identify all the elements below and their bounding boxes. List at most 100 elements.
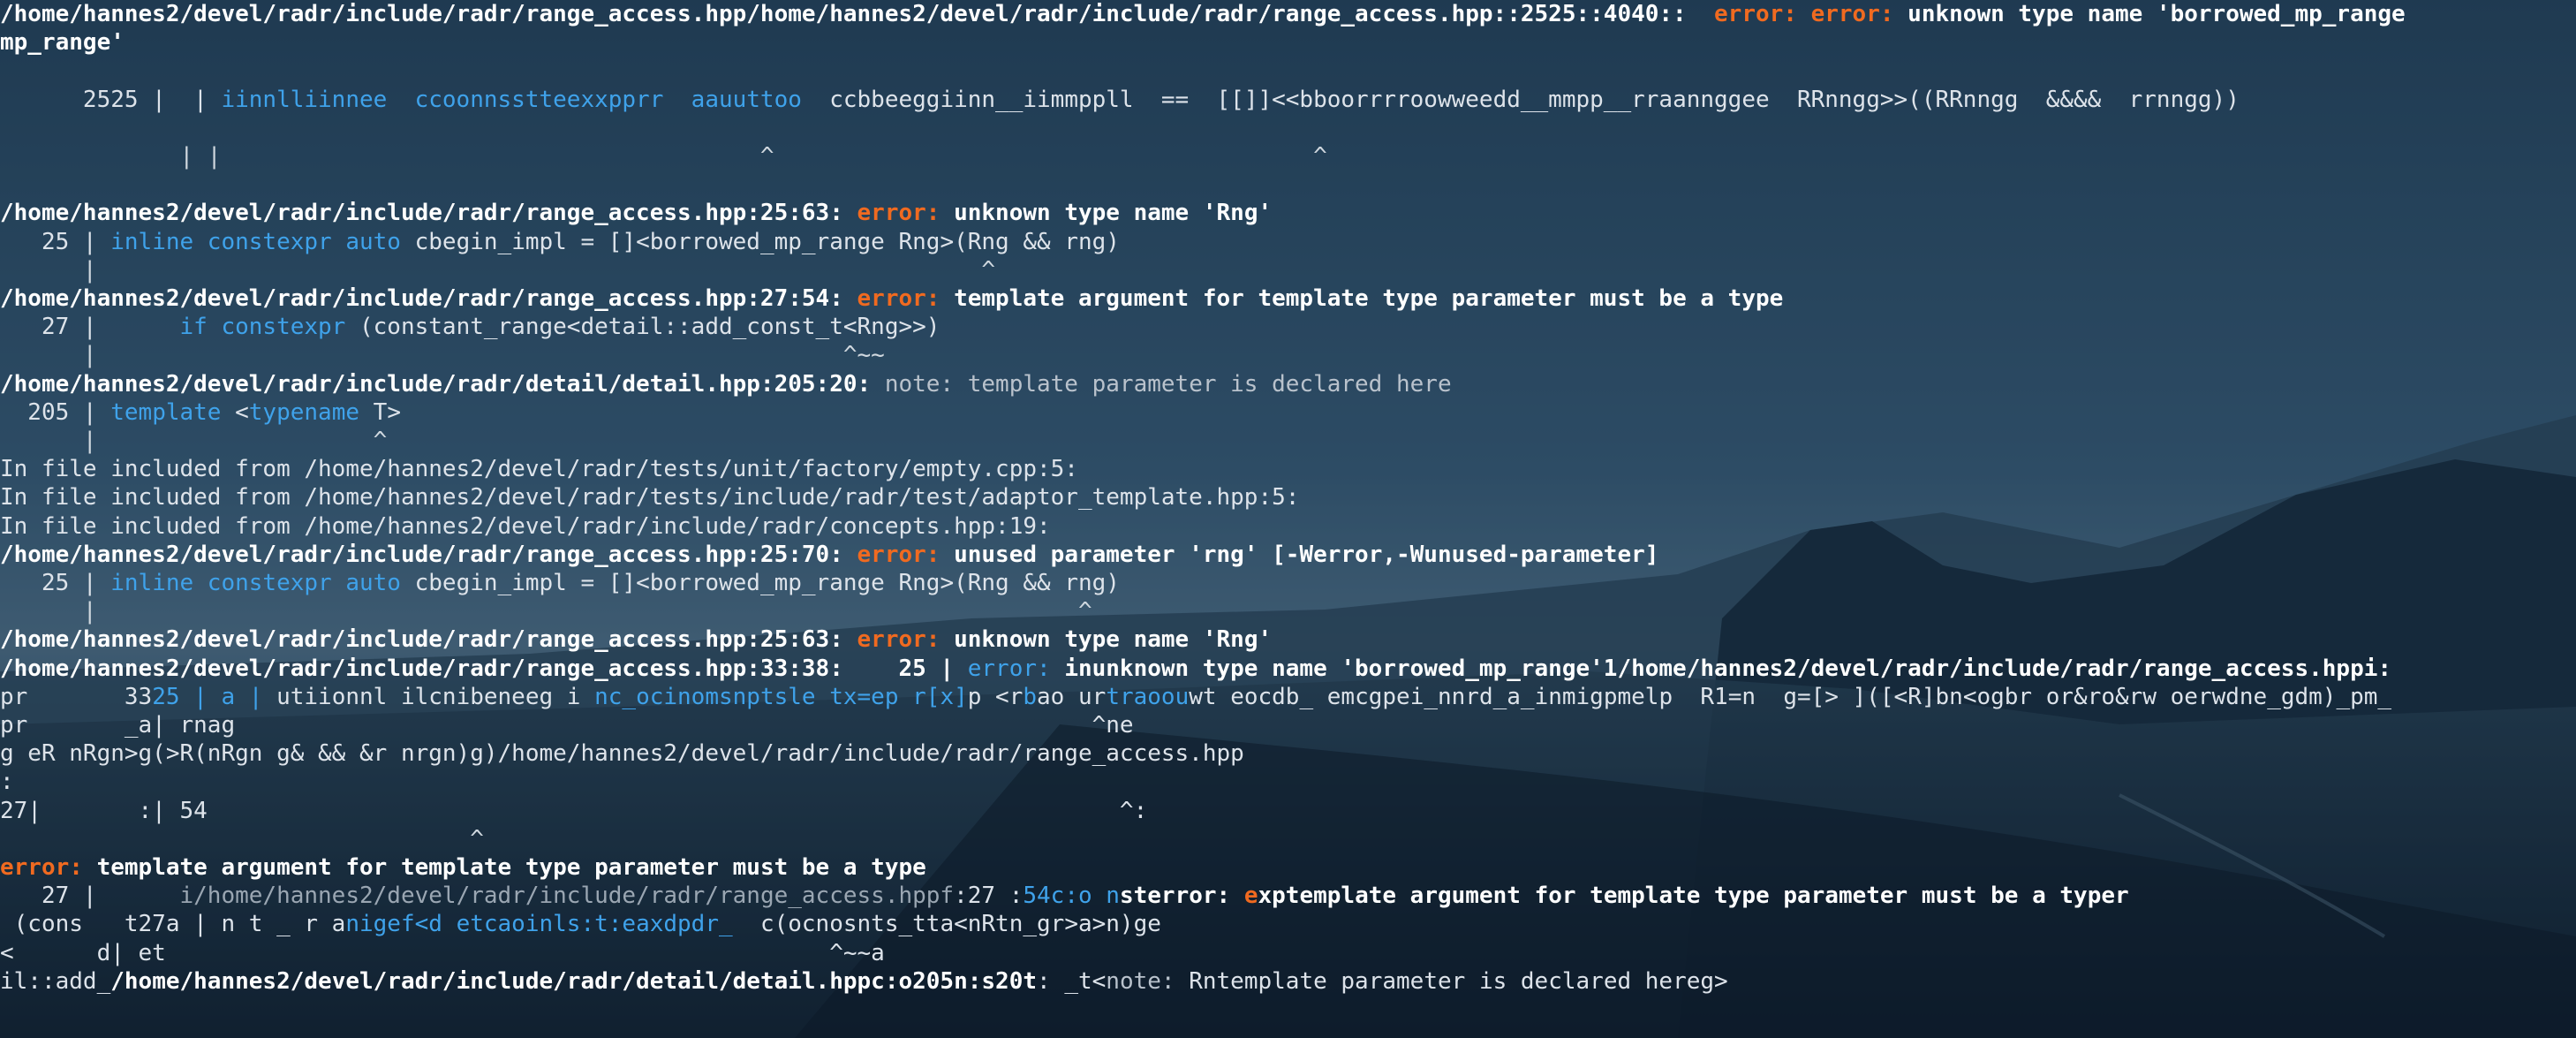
terminal-text-code: cbegin_impl = []<borrowed_mp_range Rng>(… [400, 570, 1120, 596]
terminal-text-code: : [0, 769, 14, 796]
terminal-line: | ^ [0, 597, 2576, 625]
terminal-line: 27| :| 54 ^: [0, 797, 2576, 825]
terminal-text-caret: | ^~~ [0, 342, 885, 369]
terminal-line: | ^ [0, 256, 2576, 284]
terminal-text-kw: error: [967, 655, 1065, 682]
terminal-text-kw: inline constexpr auto [110, 570, 401, 596]
terminal-text-kw: 25 | a | [152, 683, 263, 710]
terminal-text-kw: iinnlliinnee ccoonnsstteexxpprr aauuttoo [221, 86, 802, 113]
terminal-line: pr _a| rnag ^ne [0, 711, 2576, 739]
terminal-line: : [0, 768, 2576, 796]
terminal-text-kw: inline constexpr auto [110, 228, 401, 255]
terminal-text-kw: if constexpr [179, 314, 346, 341]
terminal-line: | ^ [0, 427, 2576, 455]
terminal-text-path: /home/hannes2/devel/radr/include/radr/ra… [0, 1, 1715, 27]
terminal-text-code: :27 : [954, 883, 1024, 910]
terminal-text-msg: unknown type name 'Rng' [954, 200, 1273, 227]
terminal-line: | ^~~ [0, 341, 2576, 369]
terminal-text-code: c(ocnosnts_tta<nRtn_gr>a>n)ge [732, 911, 1161, 938]
terminal-line: g eR nRgn>g(>R(nRgn g& && &r nrgn)g)/hom… [0, 739, 2576, 768]
terminal-line: /home/hannes2/devel/radr/include/radr/ra… [0, 655, 2576, 683]
terminal-text-kw: nc_ocinomsnptsle tx=ep r[x] [594, 683, 968, 710]
terminal-text-dim: i/home/hannes2/devel/radr/include/radr/r… [179, 883, 955, 910]
terminal-text-caret: | ^ [0, 428, 388, 454]
terminal-text-code: 25 | [0, 570, 111, 596]
terminal-text-code: il::add_ [0, 967, 111, 995]
terminal-text-path: /home/hannes2/devel/radr/include/radr/ra… [0, 200, 857, 227]
terminal-line: error: template argument for template ty… [0, 853, 2576, 882]
terminal-text-code: 25 | [0, 228, 111, 255]
terminal-text-code: < d| et ^~~a [0, 939, 885, 966]
terminal-line: /home/hannes2/devel/radr/include/radr/ra… [0, 541, 2576, 569]
terminal-line: < d| et ^~~a [0, 939, 2576, 967]
terminal-line: /home/hannes2/devel/radr/include/radr/ra… [0, 0, 2576, 28]
terminal-text-msg: template argument for template type para… [954, 285, 1784, 312]
terminal-line: 25 | inline constexpr auto cbegin_impl =… [0, 569, 2576, 597]
terminal-line: In file included from /home/hannes2/deve… [0, 455, 2576, 483]
terminal-text-code: (cons t27a | n t _ r a [0, 911, 346, 938]
terminal-line: 25 | inline constexpr auto cbegin_impl =… [0, 228, 2576, 256]
terminal-text-kw: nigef<d etcaoinls:t:eaxdpdr_ [345, 911, 733, 938]
terminal-text-kw: typename [248, 398, 360, 426]
terminal-text-path: /home/hannes2/devel/radr/include/radr/ra… [0, 626, 857, 654]
terminal-text-code: ao ur [1037, 683, 1107, 710]
terminal-text-path: /home/hannes2/devel/radr/include/radr/ra… [0, 655, 968, 682]
terminal-text-note: note: [884, 370, 968, 398]
terminal-text-err: error: [857, 285, 955, 312]
terminal-text-code: T> [359, 398, 401, 426]
terminal-line: ^ [0, 825, 2576, 853]
terminal-text-err: e [1243, 883, 1258, 910]
terminal-text-code: In file included from /home/hannes2/deve… [0, 512, 1051, 540]
terminal-line: | | ^ ^ [0, 142, 2576, 170]
terminal-text-code: p <r [967, 683, 1024, 710]
terminal-text-err: error: [857, 541, 955, 568]
terminal-line: 27 | if constexpr (constant_range<detail… [0, 313, 2576, 341]
terminal-text-code: 27| :| 54 ^: [0, 797, 1148, 824]
terminal-text-caret: | ^ [0, 256, 996, 284]
terminal-text-msg: unknown type name 'borrowed_mp_range [1907, 1, 2406, 27]
terminal-text-code: In file included from /home/hannes2/deve… [0, 484, 1300, 511]
terminal-text-code: 2525 | | [0, 86, 222, 113]
terminal-text-path: /home/hannes2/devel/radr/include/radr/de… [110, 967, 1038, 995]
terminal-text-caret: | | ^ ^ [0, 143, 1327, 170]
terminal-text-path: /home/hannes2/devel/radr/include/radr/ra… [0, 285, 857, 312]
terminal-text-kw: traoou [1106, 683, 1190, 710]
terminal-text-err: error: error: [1714, 1, 1908, 27]
terminal-output[interactable]: /home/hannes2/devel/radr/include/radr/ra… [0, 0, 2576, 1038]
terminal-text-note: template parameter is declared here [967, 370, 1452, 398]
terminal-line: /home/hannes2/devel/radr/include/radr/ra… [0, 284, 2576, 313]
terminal-line: /home/hannes2/devel/radr/include/radr/de… [0, 370, 2576, 398]
terminal-line: il::add_/home/hannes2/devel/radr/include… [0, 967, 2576, 996]
terminal-text-code: In file included from /home/hannes2/deve… [0, 456, 1078, 483]
terminal-text-code: Rntemplate parameter is declared hereg> [1189, 967, 1728, 995]
terminal-text-err: error: [857, 626, 955, 654]
terminal-text-kw: template [110, 398, 222, 426]
terminal-text-code: ccbbeeggiinn__iimmppll == [[]]<<bboorrrr… [801, 86, 2240, 113]
terminal-text-code: 205 | [0, 398, 111, 426]
terminal-text-code: cbegin_impl = []<borrowed_mp_range Rng>(… [400, 228, 1120, 255]
terminal-text-msg: unused parameter 'rng' [-Werror,-Wunused… [954, 541, 1659, 568]
terminal-text-path: /home/hannes2/devel/radr/include/radr/de… [0, 370, 885, 398]
terminal-text-code: : _t< [1037, 967, 1107, 995]
terminal-line: In file included from /home/hannes2/deve… [0, 512, 2576, 541]
terminal-text-kw: b [1023, 683, 1038, 710]
terminal-line: pr 3325 | a | utiionnl ilcnibeneeg i nc_… [0, 683, 2576, 711]
terminal-text-code: 27 | [0, 314, 180, 341]
terminal-text-note: note: [1106, 967, 1190, 995]
terminal-text-code: pr 33 [0, 683, 153, 710]
terminal-text-msg: inunknown type name 'borrowed_mp_range'1… [1064, 655, 2392, 682]
terminal-text-msg: template argument for template type para… [96, 854, 926, 881]
terminal-text-path: /home/hannes2/devel/radr/include/radr/ra… [0, 541, 857, 568]
terminal-text-code: g eR nRgn>g(>R(nRgn g& && &r nrgn)g)/hom… [0, 740, 1244, 768]
terminal-text-msg: xptemplate argument for template type pa… [1258, 883, 2129, 910]
terminal-line: (cons t27a | n t _ r anigef<d etcaoinls:… [0, 910, 2576, 938]
terminal-text-code: < [221, 398, 249, 426]
terminal-text-code: (constant_range<detail::add_const_t<Rng>… [345, 314, 941, 341]
terminal-text-code: pr _a| rnag ^ne [0, 712, 1134, 739]
terminal-line: /home/hannes2/devel/radr/include/radr/ra… [0, 625, 2576, 654]
terminal-line: /home/hannes2/devel/radr/include/radr/ra… [0, 199, 2576, 227]
terminal-text-code: 27 | [0, 883, 180, 910]
terminal-text-code: wt eocdb_ emcgpei_nnrd_a_inmigpmelp R1=n… [1189, 683, 2392, 710]
